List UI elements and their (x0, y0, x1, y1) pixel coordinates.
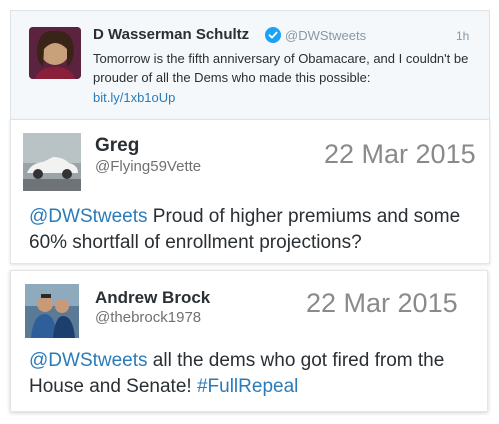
author-name[interactable]: D Wasserman Schultz (93, 26, 249, 43)
author-name[interactable]: Greg (95, 135, 139, 157)
reply-tweet-greg[interactable]: Greg @Flying59Vette 22 Mar 2015 @DWStwee… (10, 119, 490, 264)
author-handle[interactable]: @DWStweets (285, 28, 366, 43)
avatar[interactable] (23, 133, 81, 191)
hashtag-link[interactable]: #FullRepeal (197, 376, 298, 397)
avatar[interactable] (25, 284, 79, 338)
tweet-timestamp[interactable]: 1h (456, 29, 469, 43)
author-name[interactable]: Andrew Brock (95, 288, 210, 308)
mention-link[interactable]: @DWStweets (29, 206, 148, 227)
tweet-text: Tomorrow is the fifth anniversary of Oba… (93, 51, 469, 85)
tweet-text: @DWStweets Proud of higher premiums and … (29, 204, 484, 256)
mention-link[interactable]: @DWStweets (29, 350, 148, 371)
tweet-link[interactable]: bit.ly/1xb1oUp (93, 90, 175, 105)
tweet-date[interactable]: 22 Mar 2015 (306, 288, 458, 319)
profile-photo-icon (25, 284, 79, 338)
tweet-date[interactable]: 22 Mar 2015 (324, 139, 476, 170)
car-photo-icon (23, 133, 81, 191)
verified-badge-icon (265, 27, 281, 43)
profile-photo-icon (29, 27, 81, 79)
reply-tweet-andrew[interactable]: Andrew Brock @thebrock1978 22 Mar 2015 @… (10, 270, 488, 412)
author-handle[interactable]: @Flying59Vette (95, 158, 201, 175)
author-handle[interactable]: @thebrock1978 (95, 309, 201, 326)
avatar[interactable] (29, 27, 81, 79)
original-tweet[interactable]: D Wasserman Schultz @DWStweets 1h Tomorr… (10, 10, 490, 120)
tweet-text: @DWStweets all the dems who got fired fr… (29, 348, 474, 400)
